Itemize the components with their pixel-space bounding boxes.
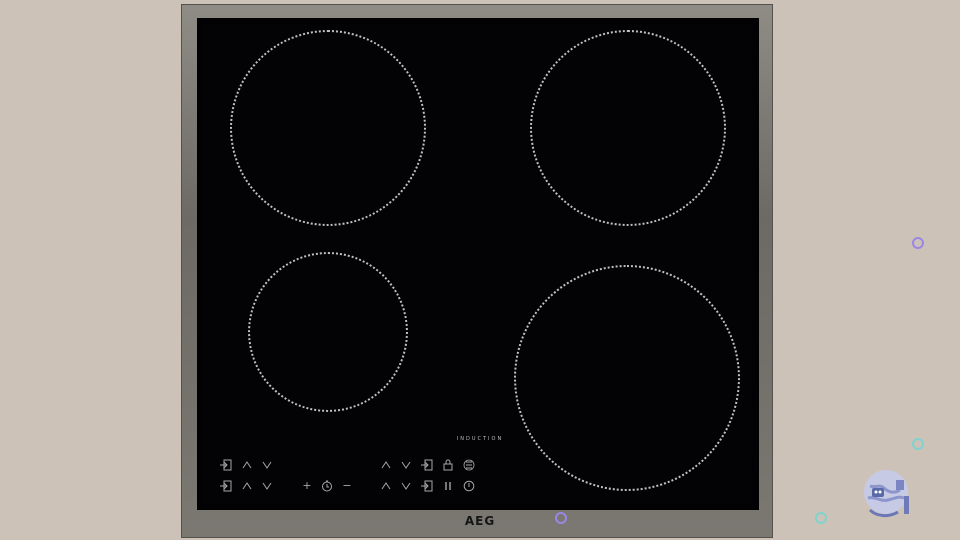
decorative-connector-lines bbox=[555, 237, 924, 524]
robot-globe-illustration bbox=[864, 470, 909, 518]
